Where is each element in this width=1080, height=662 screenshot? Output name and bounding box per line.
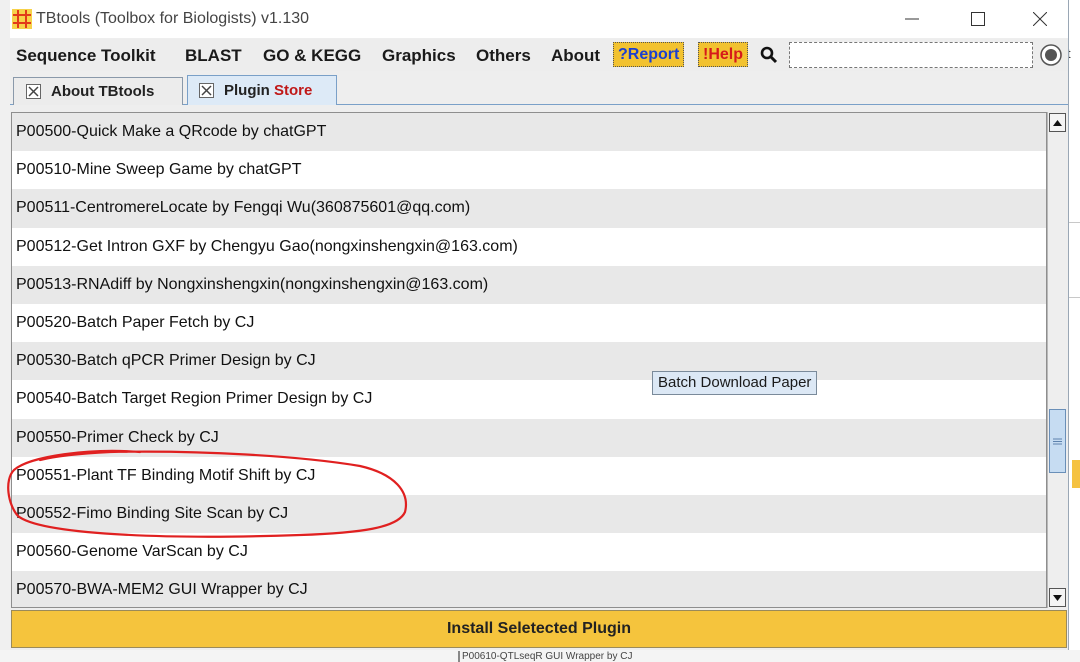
menu-blast[interactable]: BLAST	[185, 46, 242, 66]
plugin-list-item[interactable]: P00510-Mine Sweep Game by chatGPT	[12, 151, 1046, 190]
maximize-icon	[971, 12, 985, 26]
title-bar: TBtools (Toolbox for Biologists) v1.130	[10, 0, 1068, 38]
minimize-icon	[905, 18, 919, 20]
install-plugin-button[interactable]: Install Seletected Plugin	[11, 610, 1067, 648]
background-divider	[1068, 222, 1080, 223]
background-divider	[1068, 297, 1080, 298]
plugin-list-item[interactable]: P00513-RNAdiff by Nongxinshengxin(nongxi…	[12, 265, 1046, 304]
vertical-scrollbar[interactable]	[1047, 112, 1067, 608]
plugin-list[interactable]: P00500-Quick Make a QRcode by chatGPT P00…	[11, 112, 1047, 608]
scroll-up-button[interactable]	[1049, 113, 1066, 132]
close-window-button[interactable]	[1020, 4, 1060, 34]
plugin-list-item[interactable]: P00550-Primer Check by CJ	[12, 418, 1046, 457]
search-icon[interactable]	[760, 46, 778, 64]
tbtools-window: TBtools (Toolbox for Biologists) v1.130 …	[10, 0, 1069, 650]
plugin-list-item[interactable]: P00512-Get Intron GXF by Chengyu Gao(non…	[12, 227, 1046, 266]
plugin-list-item[interactable]: P00500-Quick Make a QRcode by chatGPT	[12, 113, 1046, 152]
menu-about[interactable]: About	[551, 46, 600, 66]
grip-icon	[1053, 438, 1062, 444]
plugin-list-item[interactable]: P00552-Fimo Binding Site Scan by CJ	[12, 494, 1046, 534]
plugin-list-item[interactable]: P00511-CentromereLocate by Fengqi Wu(360…	[12, 189, 1046, 228]
close-tab-icon[interactable]	[26, 84, 41, 99]
background-yellow-fragment	[1072, 460, 1080, 488]
close-tab-icon[interactable]	[199, 83, 214, 98]
menu-others[interactable]: Others	[476, 46, 531, 66]
menu-graphics[interactable]: Graphics	[382, 46, 456, 66]
arrow-up-icon	[1053, 119, 1062, 126]
plugin-list-item[interactable]: P00540-Batch Target Region Primer Design…	[12, 380, 1046, 419]
tooltip: Batch Download Paper	[652, 371, 818, 395]
arrow-down-icon	[1053, 594, 1062, 601]
tbtools-grid-icon	[12, 9, 32, 29]
search-go-icon[interactable]	[1040, 44, 1062, 66]
menu-sequence-toolkit[interactable]: Sequence Toolkit	[16, 46, 156, 66]
tab-bar: About TBtools Plugin Store	[10, 73, 1068, 105]
tab-label-plugin: Plugin	[224, 82, 270, 99]
maximize-button[interactable]	[958, 4, 998, 34]
plugin-list-item[interactable]: P00551-Plant TF Binding Motif Shift by C…	[12, 456, 1046, 495]
plugin-list-item[interactable]: P00570-BWA-MEM2 GUI Wrapper by CJ	[12, 571, 1046, 607]
tab-plugin-store[interactable]: Plugin Store	[187, 75, 337, 105]
window-title: TBtools (Toolbox for Biologists) v1.130	[36, 10, 310, 27]
scroll-down-button[interactable]	[1049, 588, 1066, 607]
minimize-button[interactable]	[892, 4, 932, 34]
menu-go-kegg[interactable]: GO & KEGG	[263, 46, 361, 66]
plugin-list-item[interactable]: P00520-Batch Paper Fetch by CJ	[12, 303, 1046, 343]
search-input[interactable]	[789, 42, 1033, 68]
tab-about-tbtools[interactable]: About TBtools	[13, 77, 183, 105]
close-icon	[1033, 12, 1047, 26]
help-button[interactable]: !Help	[698, 42, 748, 67]
plugin-list-item[interactable]: P00530-Batch qPCR Primer Design by CJ	[12, 342, 1046, 381]
menu-bar: Sequence Toolkit BLAST GO & KEGG Graphic…	[10, 39, 1068, 71]
plugin-list-item[interactable]: P00560-Genome VarScan by CJ	[12, 533, 1046, 572]
tab-label-store: Store	[274, 82, 313, 99]
tab-label: About TBtools	[51, 83, 155, 100]
report-button[interactable]: ?Report	[613, 42, 685, 67]
scroll-thumb[interactable]	[1049, 409, 1066, 473]
background-right-strip	[1068, 0, 1080, 662]
background-bottom-text: P00610-QTLseqR GUI Wrapper by CJ	[458, 651, 632, 662]
background-left-strip	[0, 0, 10, 662]
